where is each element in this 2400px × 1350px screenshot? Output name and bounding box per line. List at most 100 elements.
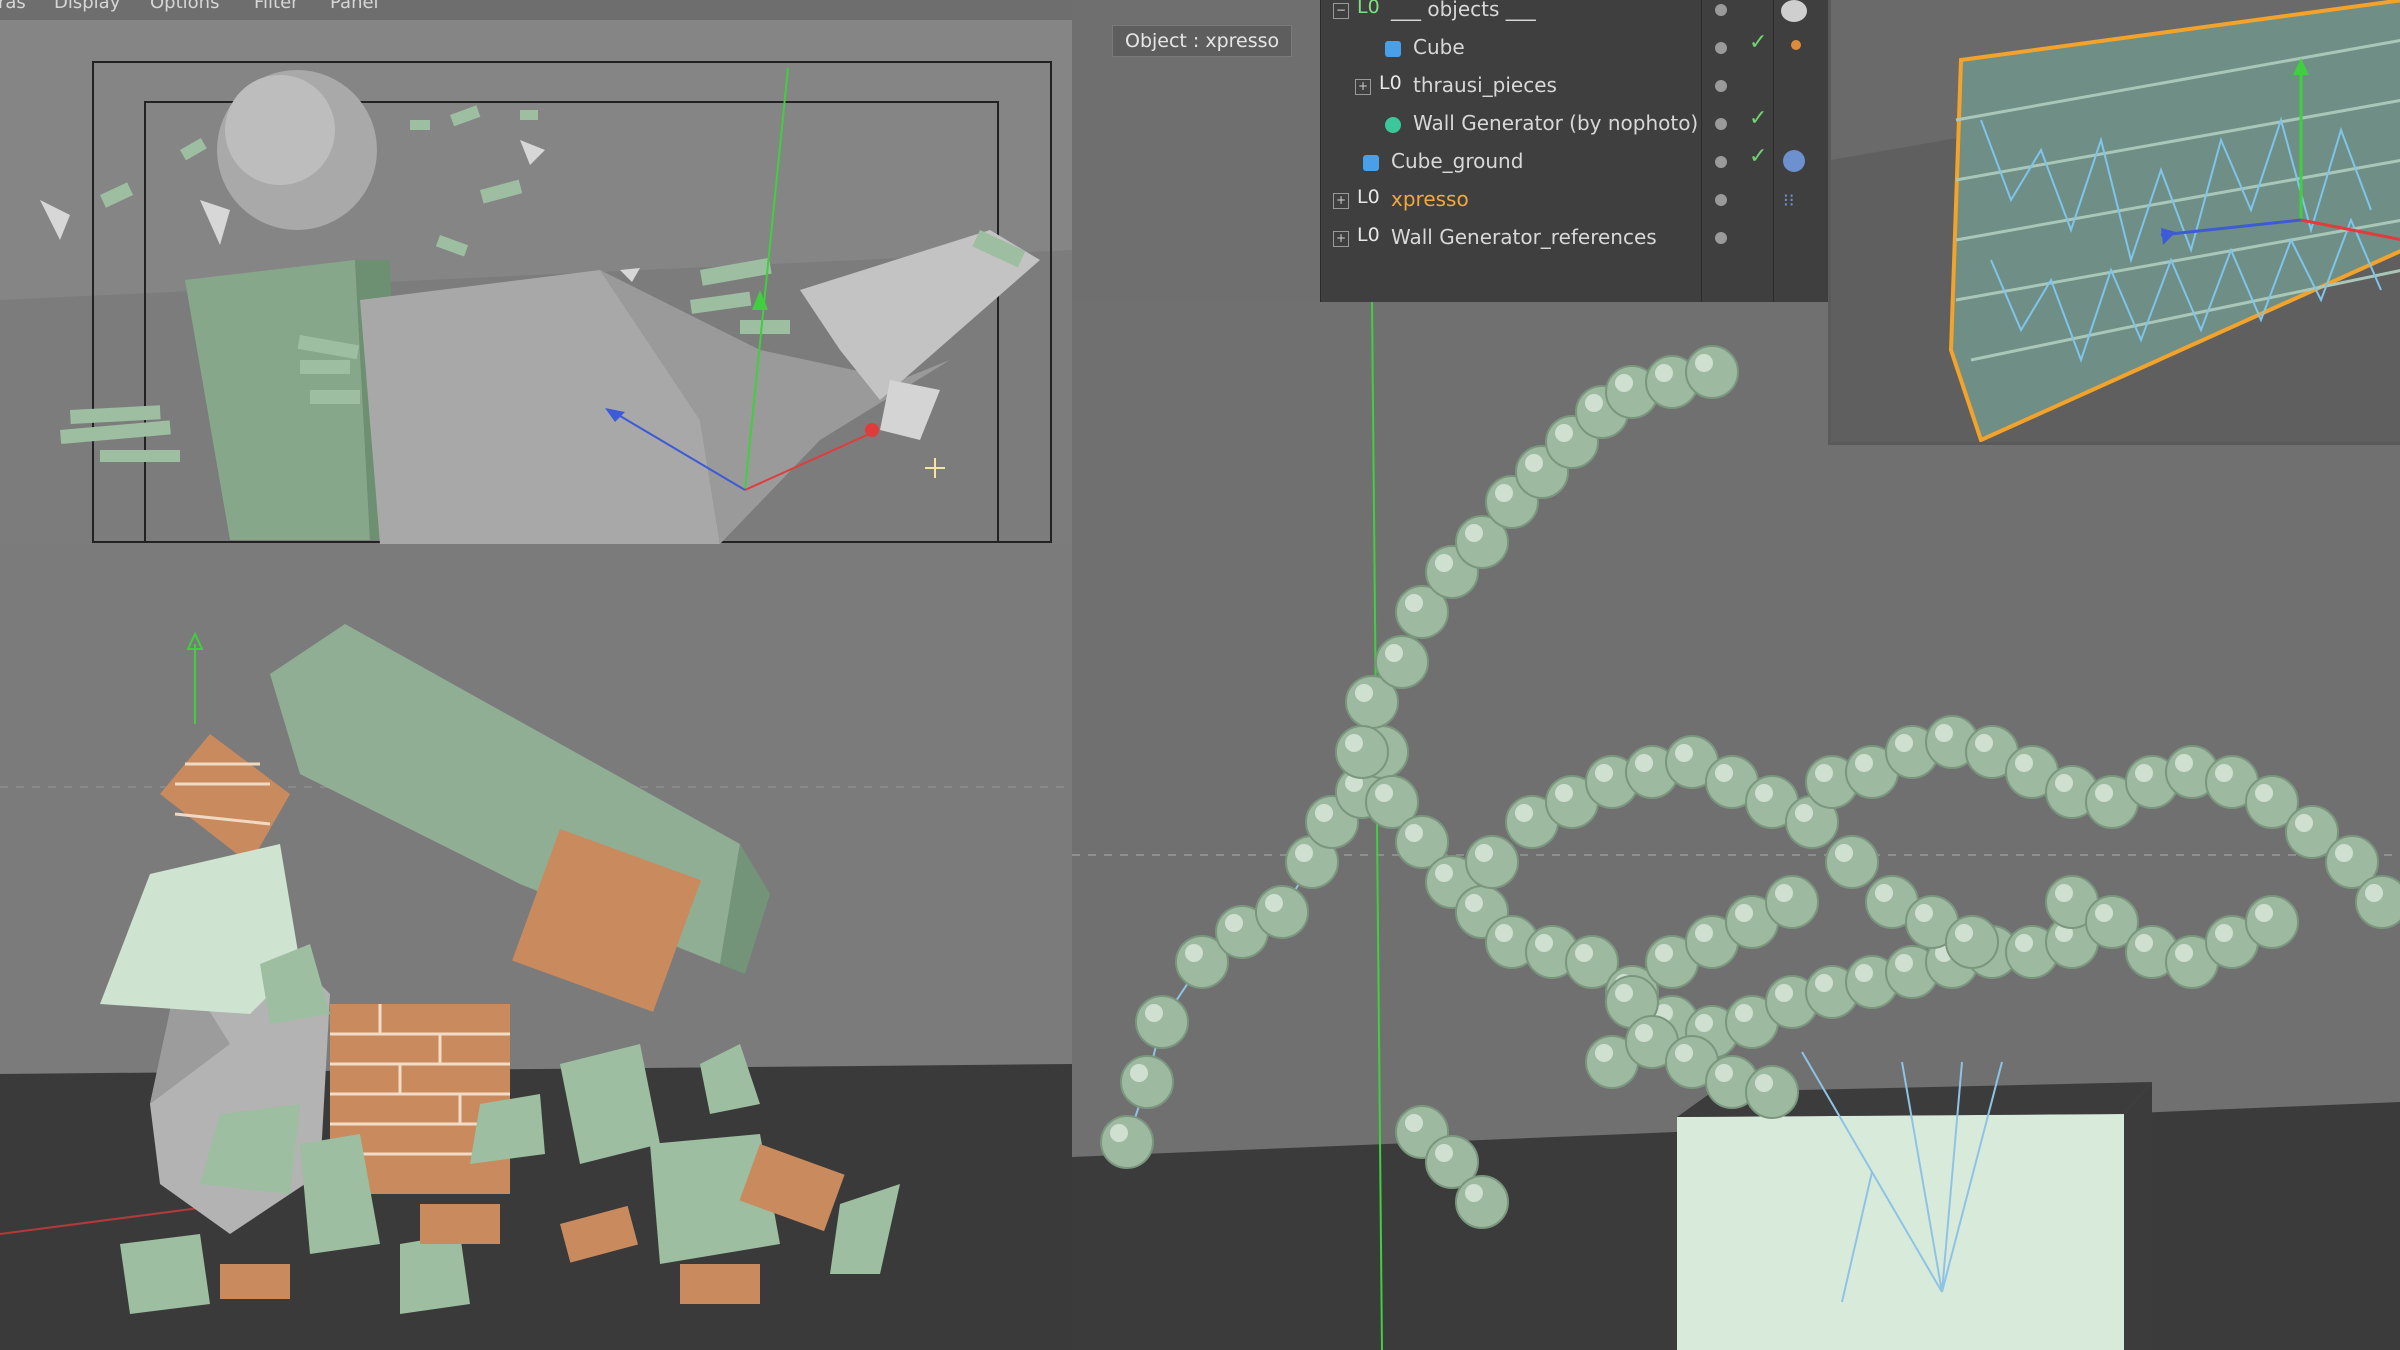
chain-sphere <box>1455 1175 1509 1229</box>
chain-sphere <box>1765 875 1819 929</box>
chain-sphere-highlight <box>1735 904 1753 922</box>
chain-sphere-highlight <box>2095 904 2113 922</box>
chain-sphere-highlight <box>1775 884 1793 902</box>
chain-sphere-highlight <box>1615 984 1633 1002</box>
material-tag-icon[interactable] <box>1781 0 1807 22</box>
om-row-name: ___ objects ___ <box>1391 0 1536 21</box>
expand-icon[interactable]: + <box>1355 79 1371 95</box>
cube-icon <box>1385 41 1401 57</box>
viewport-right[interactable] <box>1072 302 2400 1350</box>
chain-sphere-highlight <box>1555 424 1573 442</box>
chain-sphere-highlight <box>1145 1004 1163 1022</box>
om-column-divider <box>1773 0 1774 302</box>
physics-tag-icon[interactable] <box>1791 40 1801 50</box>
chain-sphere-highlight <box>2135 764 2153 782</box>
chain-sphere-highlight <box>1935 724 1953 742</box>
chain-sphere-highlight <box>1535 934 1553 952</box>
visibility-dot-icon[interactable] <box>1715 194 1727 206</box>
chain-sphere-highlight <box>1915 904 1933 922</box>
chain-sphere <box>1135 995 1189 1049</box>
chain-sphere-highlight <box>1875 884 1893 902</box>
om-row-selected[interactable]: + L0 xpresso <box>1321 182 1829 218</box>
chain-sphere-highlight <box>1595 764 1613 782</box>
chain-sphere-highlight <box>1635 754 1653 772</box>
chain-sphere <box>1255 885 1309 939</box>
chain-sphere-highlight <box>2055 774 2073 792</box>
chain-sphere-highlight <box>1110 1124 1128 1142</box>
menu-item-filter[interactable]: Filter <box>254 0 299 12</box>
om-row[interactable]: + L0 thrausi_pieces <box>1321 68 1829 104</box>
chain-sphere <box>1465 835 1519 889</box>
menu-item-ras[interactable]: ras <box>0 0 26 12</box>
menu-item-display[interactable]: Display <box>54 0 120 12</box>
visibility-dot-icon[interactable] <box>1715 42 1727 54</box>
om-row-name: Wall Generator_references <box>1391 225 1657 249</box>
chain-sphere-highlight <box>2215 924 2233 942</box>
chain-sphere-highlight <box>1975 734 1993 752</box>
visibility-dot-icon[interactable] <box>1715 118 1727 130</box>
chain-sphere <box>1375 635 1429 689</box>
chain-sphere-highlight <box>1525 454 1543 472</box>
om-row-name: thrausi_pieces <box>1413 73 1557 97</box>
expand-icon[interactable]: + <box>1333 231 1349 247</box>
object-manager: − L0 ___ objects ___ Cube + L0 thrausi_p… <box>1320 0 1829 302</box>
chain-sphere <box>1745 1065 1799 1119</box>
chain-sphere-highlight <box>2335 844 2353 862</box>
chain-sphere-highlight <box>1835 844 1853 862</box>
menu-item-options[interactable]: Options <box>150 0 219 12</box>
chain-sphere-highlight <box>1405 824 1423 842</box>
chain-sphere-highlight <box>2255 904 2273 922</box>
chain-sphere-highlight <box>1435 1144 1453 1162</box>
checkmark-icon[interactable]: ✓ <box>1749 30 1767 55</box>
chain-sphere-highlight <box>1595 1044 1613 1062</box>
null-object-icon: L0 <box>1357 224 1380 246</box>
xpresso-tag-icon[interactable]: ⁝⁝ <box>1783 190 1794 211</box>
chain-sphere-highlight <box>2365 884 2383 902</box>
sphere-chain <box>1100 345 2400 1229</box>
chain-sphere-highlight <box>1775 984 1793 1002</box>
chain-sphere-highlight <box>1555 784 1573 802</box>
chain-sphere <box>1685 345 1739 399</box>
om-row-name: xpresso <box>1391 187 1469 211</box>
chain-sphere-highlight <box>1895 734 1913 752</box>
viewport-top-right[interactable] <box>1828 0 2400 445</box>
chain-sphere-highlight <box>1895 954 1913 972</box>
chain-sphere-highlight <box>1655 364 1673 382</box>
dynamics-tag-icon[interactable] <box>1783 150 1805 172</box>
checkmark-icon[interactable]: ✓ <box>1749 106 1767 131</box>
menu-item-panel[interactable]: Panel <box>330 0 379 12</box>
viewport-right-scene <box>1072 302 2400 1350</box>
om-row-name: Wall Generator (by nophoto) <box>1413 111 1699 135</box>
python-generator-icon <box>1385 117 1401 133</box>
viewport-top-left[interactable]: ras Display Options Filter Panel <box>0 0 1072 544</box>
chain-sphere <box>1825 835 1879 889</box>
viewport-menu-bar: ras Display Options Filter Panel <box>0 0 1072 20</box>
chain-sphere-highlight <box>2055 884 2073 902</box>
chain-sphere-highlight <box>1265 894 1283 912</box>
om-row[interactable]: − L0 ___ objects ___ <box>1321 0 1829 28</box>
viewport-top-right-scene <box>1831 0 2400 442</box>
chain-sphere-highlight <box>1855 964 1873 982</box>
collapse-icon[interactable]: − <box>1333 3 1349 19</box>
expand-icon[interactable]: + <box>1333 193 1349 209</box>
chain-sphere-highlight <box>1225 914 1243 932</box>
chain-sphere <box>1335 725 1389 779</box>
visibility-dot-icon[interactable] <box>1715 232 1727 244</box>
chain-sphere-highlight <box>1385 644 1403 662</box>
visibility-dot-icon[interactable] <box>1715 80 1727 92</box>
chain-sphere-highlight <box>1405 594 1423 612</box>
viewport-bottom-left[interactable] <box>0 544 1072 1350</box>
object-label-text: Object : xpresso <box>1125 30 1280 52</box>
om-row[interactable]: + L0 Wall Generator_references <box>1321 220 1829 256</box>
chain-sphere-highlight <box>1635 1024 1653 1042</box>
chain-sphere-highlight <box>1675 1044 1693 1062</box>
visibility-dot-icon[interactable] <box>1715 156 1727 168</box>
chain-sphere-highlight <box>1695 924 1713 942</box>
chain-sphere-highlight <box>1655 944 1673 962</box>
chain-sphere-highlight <box>1475 844 1493 862</box>
chain-sphere-highlight <box>1345 734 1363 752</box>
checkmark-icon[interactable]: ✓ <box>1749 144 1767 169</box>
viewport-object-label: Object : xpresso <box>1112 25 1293 57</box>
visibility-dot-icon[interactable] <box>1715 4 1727 16</box>
chain-sphere-highlight <box>1585 394 1603 412</box>
